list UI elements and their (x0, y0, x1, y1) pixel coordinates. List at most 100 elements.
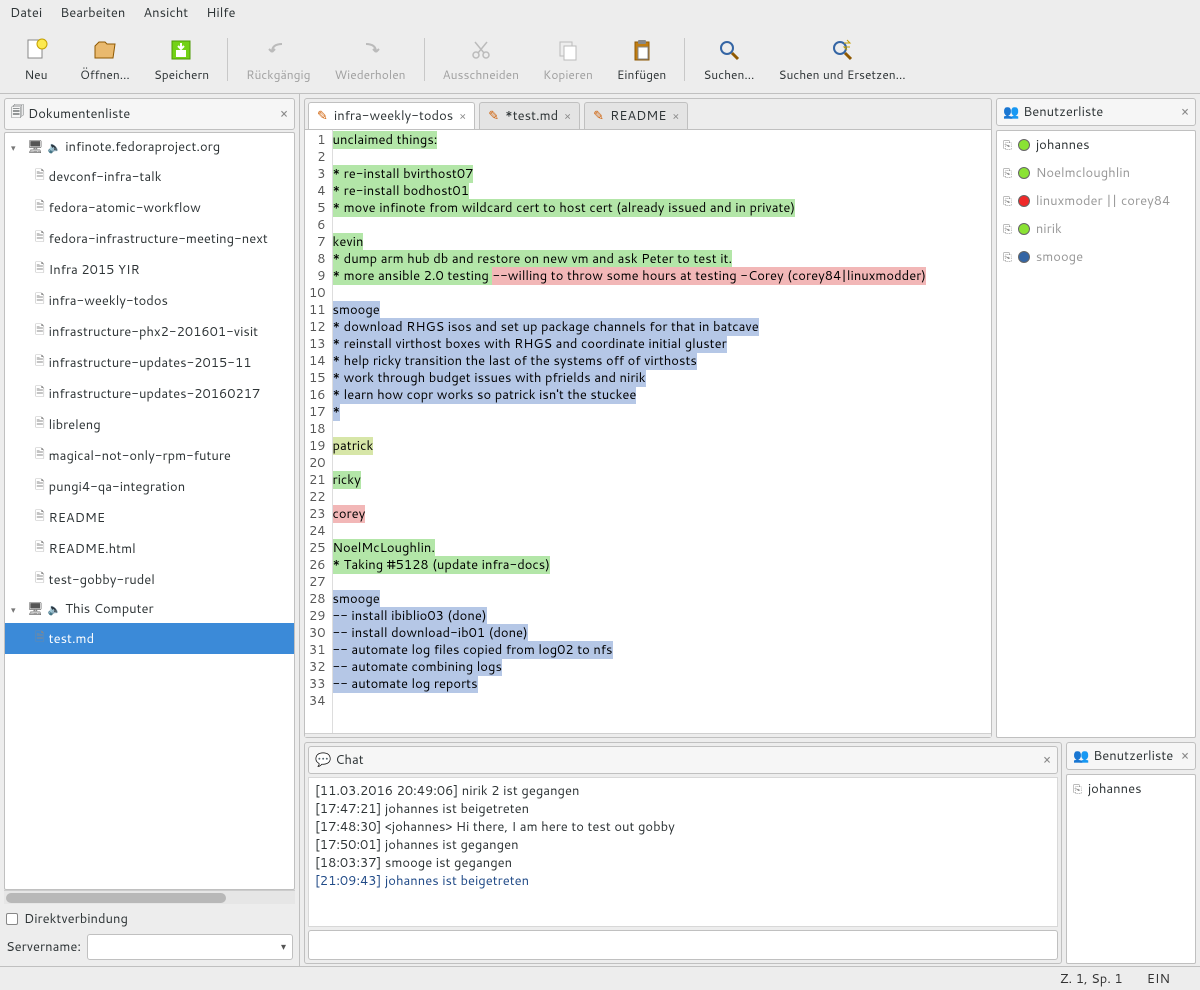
code-line[interactable]: NoelMcLoughlin. (333, 540, 991, 557)
code-line[interactable]: ricky (333, 472, 991, 489)
code-line[interactable]: smooge (333, 302, 991, 319)
cut-button[interactable]: Ausschneiden (433, 32, 529, 87)
save-button[interactable]: Speichern (144, 32, 219, 87)
close-icon[interactable]: × (1043, 753, 1051, 768)
paste-button[interactable]: Einfügen (607, 32, 676, 87)
code-line[interactable] (333, 693, 991, 710)
tree-host[interactable]: ▾ This Computer (5, 595, 294, 623)
code-line[interactable]: * reinstall virthost boxes with RHGS and… (333, 336, 991, 353)
code-line[interactable] (333, 285, 991, 302)
chat-user-row[interactable]: ⎘johannes (1067, 775, 1195, 803)
menu-help[interactable]: Hilfe (206, 4, 235, 22)
code-line[interactable] (333, 421, 991, 438)
code-line[interactable]: corey (333, 506, 991, 523)
new-button[interactable]: Neu (6, 32, 66, 87)
chevron-down-icon: ▾ (281, 940, 286, 954)
menu-view[interactable]: Ansicht (143, 4, 188, 22)
tree-document[interactable]: test-gobby-rudel (5, 564, 294, 595)
code-line[interactable]: * re-install bvirthost07 (333, 166, 991, 183)
code-line[interactable]: * dump arm hub db and restore on new vm … (333, 251, 991, 268)
code-line[interactable]: patrick (333, 438, 991, 455)
tree-document[interactable]: Infra 2015 YIR (5, 254, 294, 285)
separator (424, 38, 425, 81)
code-line[interactable]: * move infinote from wildcard cert to ho… (333, 200, 991, 217)
tree-document[interactable]: fedora-atomic-workflow (5, 192, 294, 223)
tree-document[interactable]: fedora-infrastructure-meeting-next (5, 223, 294, 254)
editor-tab[interactable]: ✎README× (584, 102, 688, 129)
user-row[interactable]: ⎘Noelmcloughlin (997, 159, 1195, 187)
code-line[interactable]: * learn how copr works so patrick isn't … (333, 387, 991, 404)
tree-document[interactable]: infra-weekly-todos (5, 285, 294, 316)
code-area[interactable]: unclaimed things: * re-install bvirthost0… (333, 130, 991, 733)
code-line[interactable]: * (333, 404, 991, 421)
tree-document[interactable]: pungi4-qa-integration (5, 471, 294, 502)
code-line[interactable]: * re-install bodhost01 (333, 183, 991, 200)
undo-button[interactable]: Rückgängig (236, 32, 320, 87)
tree-document[interactable]: test.md (5, 623, 294, 654)
document-tree[interactable]: ▾ infinote.fedoraproject.org devconf-inf… (4, 132, 295, 890)
editor-tab[interactable]: ✎*test.md× (479, 102, 580, 129)
user-list[interactable]: ⎘johannes⎘Noelmcloughlin⎘linuxmoder || c… (996, 130, 1196, 738)
close-icon[interactable]: × (280, 107, 288, 122)
code-line[interactable]: -- install ibiblio03 (done) (333, 608, 991, 625)
user-row[interactable]: ⎘smooge (997, 243, 1195, 271)
servername-combo[interactable]: ▾ (87, 934, 293, 960)
code-line[interactable]: kevin (333, 234, 991, 251)
user-color-dot (1018, 139, 1030, 151)
replace-button[interactable]: Suchen und Ersetzen… (768, 32, 915, 87)
code-line[interactable]: -- automate log reports (333, 676, 991, 693)
paste-label: Einfügen (617, 66, 666, 83)
code-line[interactable] (333, 149, 991, 166)
tree-document[interactable]: libreleng (5, 409, 294, 440)
users-icon: 👥 (1003, 103, 1019, 121)
code-line[interactable]: -- automate log files copied from log02 … (333, 642, 991, 659)
insert-mode: EIN (1147, 970, 1170, 988)
user-row[interactable]: ⎘linuxmoder || corey84 (997, 187, 1195, 215)
chat-title: Chat (335, 751, 363, 769)
tree-document[interactable]: infrastructure-phx2-201601-visit (5, 316, 294, 347)
menu-edit[interactable]: Bearbeiten (60, 4, 125, 22)
tree-document[interactable]: infrastructure-updates-2015-11 (5, 347, 294, 378)
code-line[interactable]: smooge (333, 591, 991, 608)
menu-file[interactable]: Datei (10, 4, 42, 22)
horizontal-scrollbar[interactable] (4, 890, 295, 904)
code-line[interactable]: -- install download-ib01 (done) (333, 625, 991, 642)
tree-document[interactable]: README (5, 502, 294, 533)
code-line[interactable] (333, 574, 991, 591)
close-icon[interactable]: × (1181, 105, 1189, 120)
tree-document[interactable]: devconf-infra-talk (5, 161, 294, 192)
code-line[interactable]: * Taking #5128 (update infra-docs) (333, 557, 991, 574)
find-button[interactable]: Suchen… (693, 32, 764, 87)
code-line[interactable] (333, 455, 991, 472)
code-line[interactable]: * work through budget issues with pfriel… (333, 370, 991, 387)
code-line[interactable] (333, 489, 991, 506)
direct-connection-checkbox[interactable] (6, 913, 18, 925)
code-line[interactable]: * more ansible 2.0 testing --willing to … (333, 268, 991, 285)
copy-button[interactable]: Kopieren (533, 32, 603, 87)
chat-user-list[interactable]: ⎘johannes (1066, 774, 1196, 964)
tree-document[interactable]: magical-not-only-rpm-future (5, 440, 294, 471)
pane-divider[interactable] (305, 733, 991, 737)
code-line[interactable] (333, 217, 991, 234)
save-label: Speichern (154, 66, 209, 83)
chat-log[interactable]: [11.03.2016 20:49:06] nirik 2 ist gegang… (308, 777, 1058, 927)
code-line[interactable]: unclaimed things: (333, 132, 991, 149)
redo-button[interactable]: Wiederholen (324, 32, 415, 87)
chat-entry: [21:09:43] johannes ist beigetreten (315, 872, 1051, 890)
code-line[interactable] (333, 523, 991, 540)
close-icon[interactable]: × (459, 108, 466, 124)
tree-document[interactable]: README.html (5, 533, 294, 564)
user-row[interactable]: ⎘nirik (997, 215, 1195, 243)
open-button[interactable]: Öffnen… (70, 32, 140, 87)
editor-tab[interactable]: ✎infra-weekly-todos× (308, 102, 475, 129)
tree-host[interactable]: ▾ infinote.fedoraproject.org (5, 133, 294, 161)
user-row[interactable]: ⎘johannes (997, 131, 1195, 159)
close-icon[interactable]: × (564, 108, 571, 124)
code-line[interactable]: * download RHGS isos and set up package … (333, 319, 991, 336)
code-line[interactable]: -- automate combining logs (333, 659, 991, 676)
close-icon[interactable]: × (1181, 749, 1189, 764)
code-line[interactable]: * help ricky transition the last of the … (333, 353, 991, 370)
chat-input[interactable] (308, 930, 1058, 960)
close-icon[interactable]: × (672, 108, 679, 124)
tree-document[interactable]: infrastructure-updates-20160217 (5, 378, 294, 409)
